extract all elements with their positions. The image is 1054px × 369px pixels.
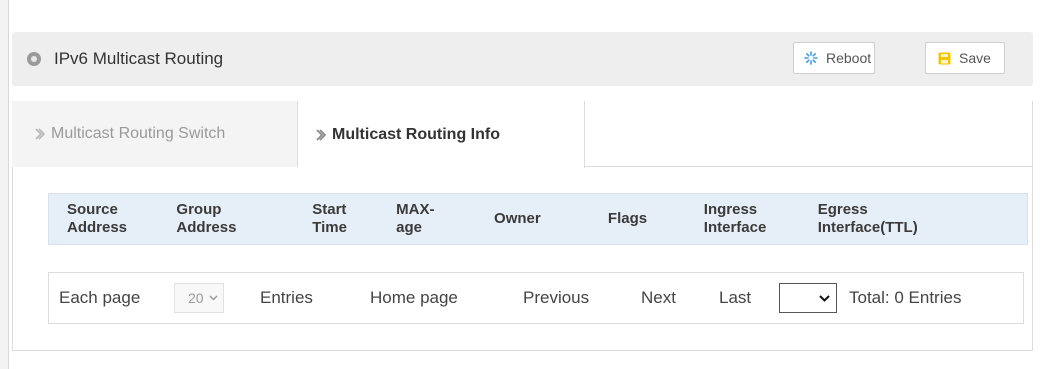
last-page-link[interactable]: Last [719, 288, 751, 308]
page-title: IPv6 Multicast Routing [54, 49, 224, 68]
column-header[interactable]: Source Address [49, 194, 159, 245]
save-button[interactable]: Save [925, 42, 1005, 74]
next-page-link[interactable]: Next [641, 288, 676, 308]
reboot-button[interactable]: Reboot [793, 42, 875, 74]
section-header: IPv6 Multicast Routing Reboot Save [12, 32, 1033, 86]
save-icon [938, 52, 951, 65]
column-header[interactable]: Egress Interface(TTL) [800, 194, 1028, 245]
column-header[interactable]: Ingress Interface [686, 194, 800, 245]
column-header[interactable]: Owner [476, 194, 590, 245]
reboot-label: Reboot [826, 50, 872, 66]
page-size-select[interactable]: 20 [174, 283, 224, 313]
entries-label: Entries [260, 288, 313, 307]
tab-multicast-routing-info[interactable]: Multicast Routing Info [298, 101, 585, 168]
tab-label: Multicast Routing Switch [51, 125, 226, 142]
table-header-row: Source Address Group Address Start Time MAX… [49, 194, 1028, 245]
chevron-right-icon [316, 128, 326, 141]
column-header[interactable]: Flags [590, 194, 686, 245]
circle-icon [27, 52, 41, 66]
column-header[interactable]: Group Address [158, 194, 294, 245]
spinner-icon [804, 51, 818, 65]
tab-multicast-routing-switch[interactable]: Multicast Routing Switch [12, 101, 298, 167]
chevron-down-icon [209, 295, 218, 301]
chevron-right-icon [35, 128, 45, 140]
total-entries: Total: 0 Entries [849, 288, 962, 307]
column-header[interactable]: MAX-age [378, 194, 476, 245]
each-page-label: Each page [59, 288, 141, 307]
tab-bar: Multicast Routing Switch Multicast Routi… [12, 101, 1033, 168]
page-number-select[interactable] [779, 283, 837, 313]
column-header[interactable]: Start Time [294, 194, 378, 245]
home-page-link[interactable]: Home page [370, 288, 458, 308]
previous-page-link[interactable]: Previous [523, 288, 589, 308]
routing-info-table: Source Address Group Address Start Time MAX… [48, 193, 1028, 245]
chevron-down-icon [819, 294, 830, 302]
pagination-bar: Each page 20 Entries Home page Previous … [48, 272, 1024, 324]
save-label: Save [959, 50, 991, 66]
tab-label: Multicast Routing Info [332, 125, 500, 143]
page-size-value: 20 [188, 290, 204, 306]
